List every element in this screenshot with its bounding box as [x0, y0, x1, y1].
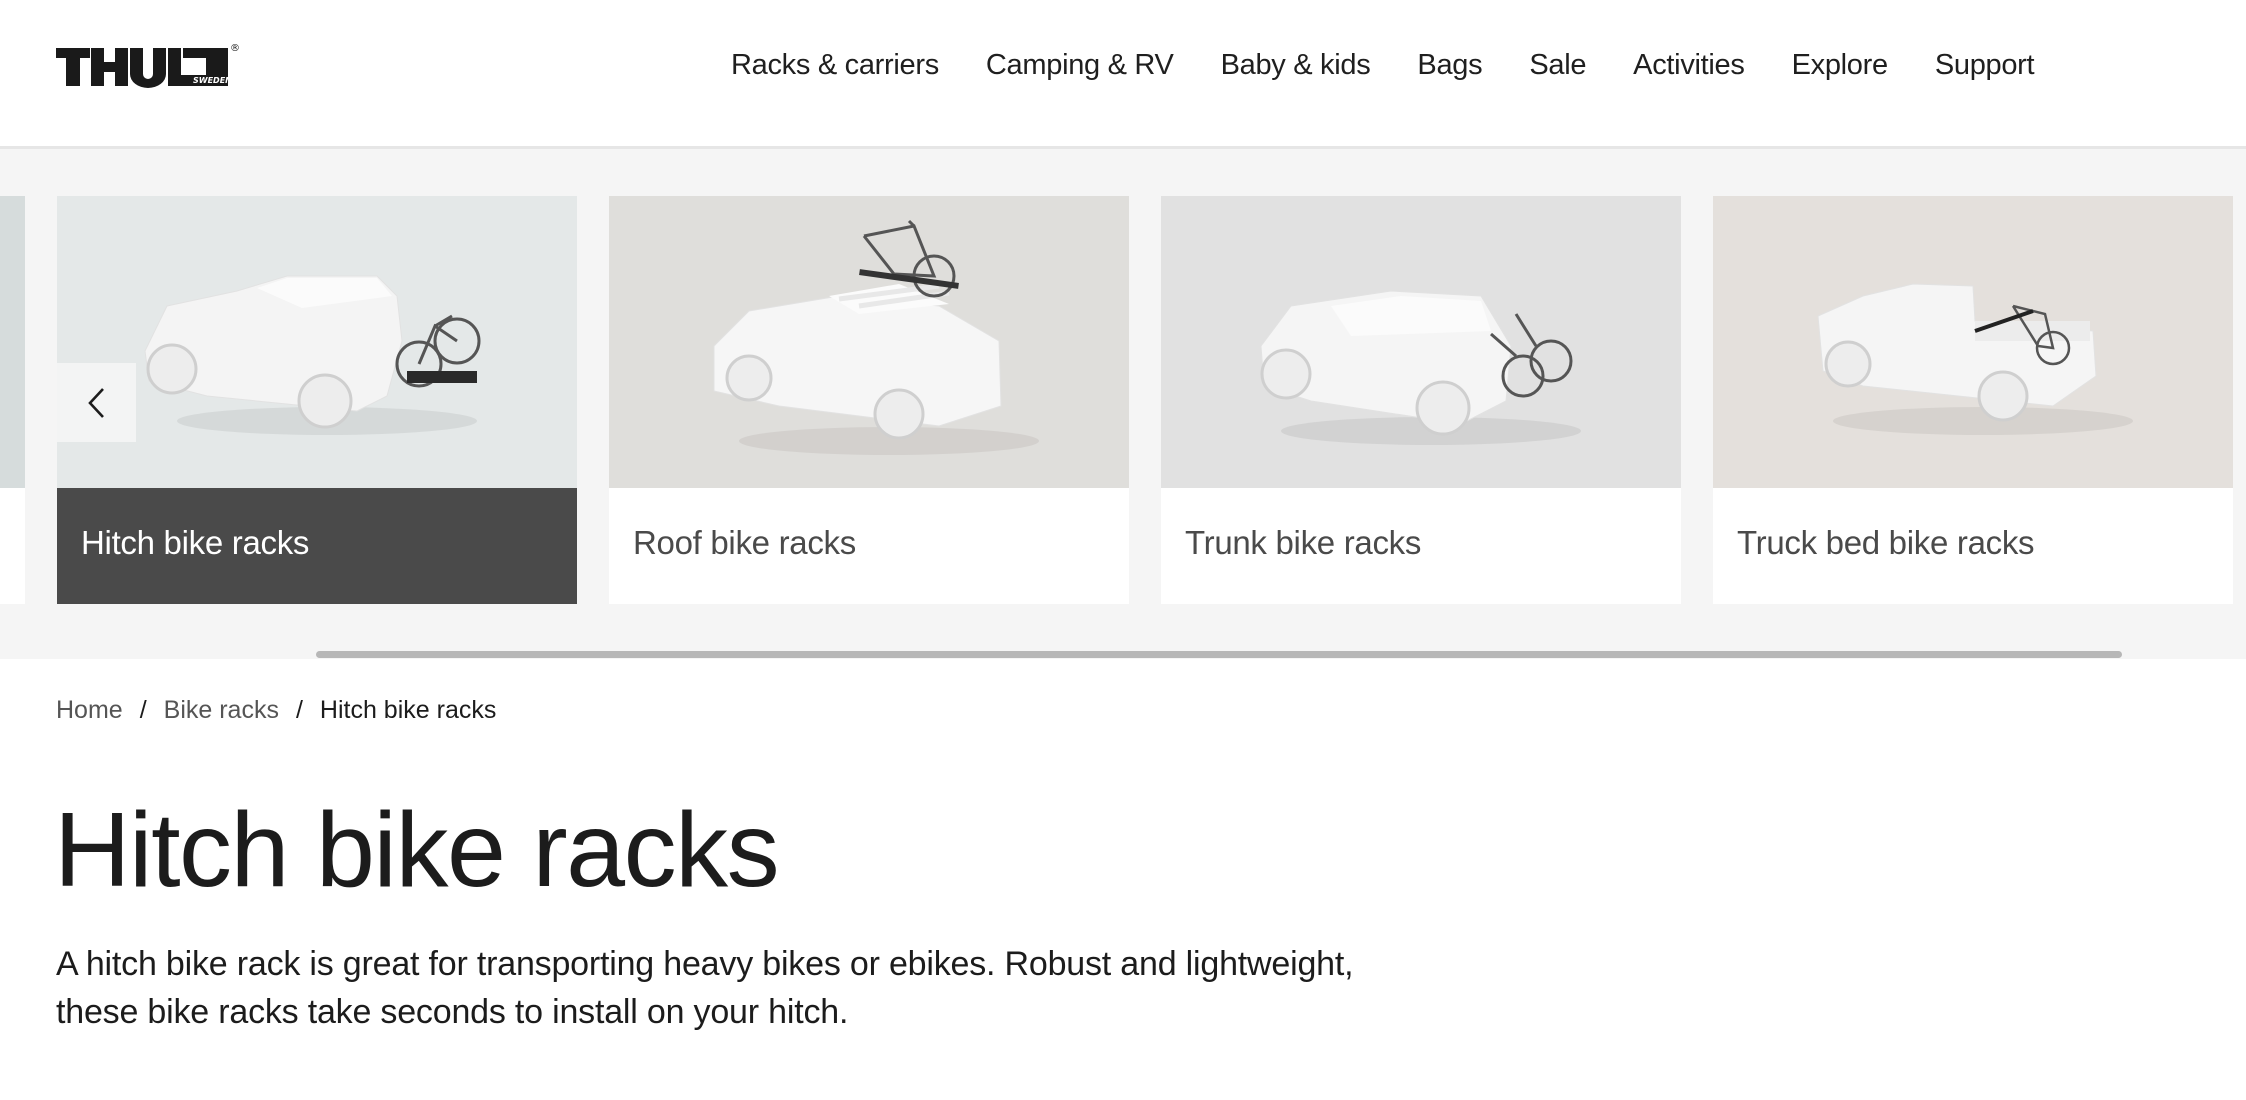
nav-camping-rv[interactable]: Camping & RV	[986, 46, 1174, 84]
category-card-roof[interactable]: Roof bike racks	[609, 196, 1129, 604]
page-title: Hitch bike racks	[54, 791, 780, 909]
nav-bags[interactable]: Bags	[1417, 46, 1482, 84]
site-header: SWEDEN ® Racks & carriers Camping & RV B…	[0, 0, 2246, 149]
nav-explore[interactable]: Explore	[1792, 46, 1889, 84]
nav-activities[interactable]: Activities	[1633, 46, 1745, 84]
carousel-scroll-thumb[interactable]	[316, 651, 2122, 658]
trunk-rack-car-image	[1161, 196, 1681, 488]
carousel-scrollbar[interactable]	[0, 651, 2246, 659]
breadcrumb-home[interactable]: Home	[56, 696, 123, 725]
page-description: A hitch bike rack is great for transport…	[56, 945, 1354, 1031]
chevron-left-icon	[87, 387, 104, 418]
nav-support[interactable]: Support	[1935, 46, 2035, 84]
registered-mark: ®	[230, 43, 240, 54]
truck-bed-rack-image	[1713, 196, 2233, 488]
category-label: Hitch bike racks	[81, 524, 310, 561]
breadcrumb-bike-racks[interactable]: Bike racks	[164, 696, 279, 725]
thule-logo[interactable]: SWEDEN ®	[56, 42, 242, 92]
breadcrumb-separator: /	[295, 696, 303, 724]
hitch-rack-car-image	[57, 196, 577, 488]
carousel-prev-button[interactable]	[57, 363, 136, 442]
category-label-area: Truck bed bike racks	[1713, 488, 2233, 604]
category-label-area: Trunk bike racks	[1161, 488, 1681, 604]
category-card-trunk[interactable]: Trunk bike racks	[1161, 196, 1681, 604]
category-label: Roof bike racks	[633, 524, 856, 561]
logo-subtext: SWEDEN	[193, 76, 232, 85]
breadcrumb: Home / Bike racks / Hitch bike racks	[56, 696, 496, 725]
category-label: Truck bed bike racks	[1737, 524, 2035, 561]
category-card-truck-bed[interactable]: Truck bed bike racks	[1713, 196, 2233, 604]
category-label-area: Hitch bike racks	[57, 488, 577, 604]
nav-baby-kids[interactable]: Baby & kids	[1221, 46, 1371, 84]
category-card-partial[interactable]	[0, 196, 25, 604]
category-label: Trunk bike racks	[1185, 524, 1422, 561]
category-label-area	[0, 488, 25, 604]
category-image	[0, 196, 25, 488]
category-label-area: Roof bike racks	[609, 488, 1129, 604]
main-nav: Racks & carriers Camping & RV Baby & kid…	[731, 46, 2081, 84]
breadcrumb-current: Hitch bike racks	[319, 696, 497, 724]
nav-racks-carriers[interactable]: Racks & carriers	[731, 46, 939, 84]
category-carousel: Hitch bike racks Roof bike racks Trunk b…	[0, 149, 2246, 659]
roof-rack-car-image	[609, 196, 1129, 488]
nav-sale[interactable]: Sale	[1529, 46, 1586, 84]
thule-logo-mark: SWEDEN ®	[56, 43, 240, 88]
breadcrumb-separator: /	[139, 696, 147, 724]
